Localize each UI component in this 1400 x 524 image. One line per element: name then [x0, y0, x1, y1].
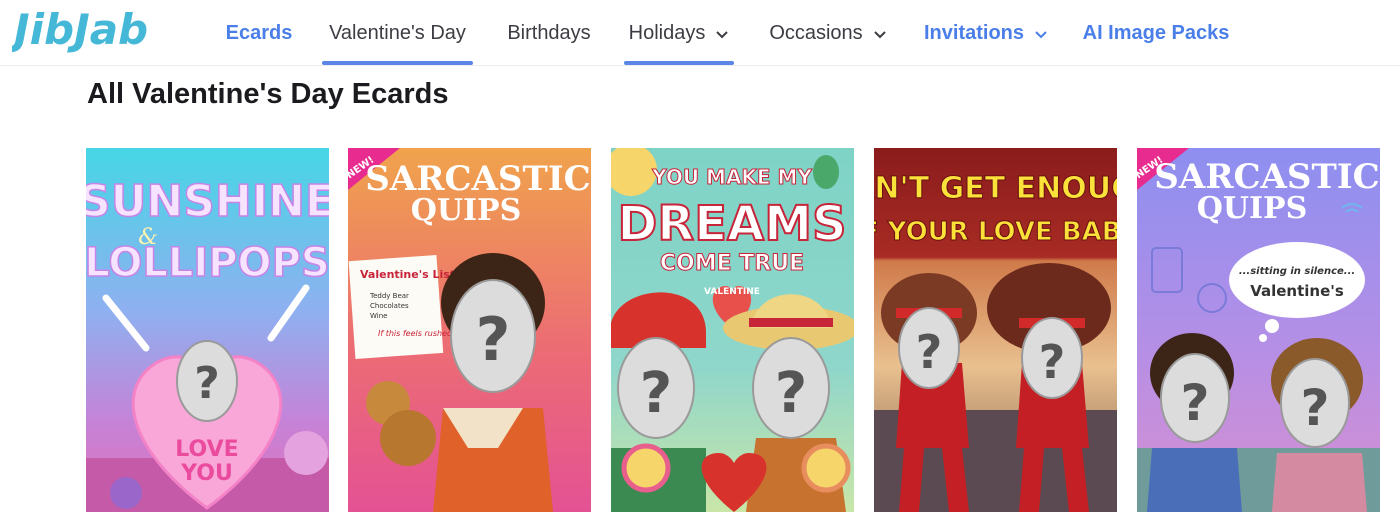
card-title-line1: YOU MAKE MY — [651, 165, 812, 189]
card-art-shape — [380, 410, 436, 466]
ecard-cant-get-enough[interactable]: CAN'T GET ENOUGH OF YOUR LOVE BABE! ? ? — [874, 148, 1117, 512]
card-title-line2: DREAMS — [617, 196, 846, 252]
card-title-line2: QUIPS — [1197, 191, 1308, 226]
note-item: Wine — [370, 312, 387, 320]
nav-birthdays[interactable]: Birthdays — [502, 0, 596, 66]
question-mark-icon: ? — [1180, 374, 1209, 432]
bubble-line2: Valentine's — [1250, 282, 1344, 300]
card-title-line1: CAN'T GET ENOUGH — [874, 171, 1117, 206]
card-title-line2: OF YOUR LOVE BABE! — [874, 217, 1117, 247]
chevron-down-icon — [1035, 31, 1047, 39]
card-art-shape — [1265, 319, 1279, 333]
nav-label: Invitations — [923, 21, 1024, 44]
ecard-sarcastic-quips-silence[interactable]: NEW! SARCASTIC QUIPS ...sitting in silen… — [1137, 148, 1380, 512]
main-nav: Ecards Valentine's Day Birthdays Holiday… — [0, 0, 1400, 66]
ecard-dreams-come-true[interactable]: YOU MAKE MY DREAMS COME TRUE VALENTINE ?… — [611, 148, 854, 512]
nav-valentines-day[interactable]: Valentine's Day — [322, 0, 473, 66]
card-art-shape — [801, 443, 851, 493]
card-art-shape — [813, 155, 839, 189]
chevron-down-icon — [716, 31, 729, 39]
question-mark-icon: ? — [775, 361, 807, 426]
heart-text-line2: YOU — [180, 461, 233, 486]
card-artwork: NEW! SARCASTIC QUIPS Valentine's List Te… — [348, 148, 591, 512]
question-mark-icon: ? — [194, 358, 220, 409]
card-artwork: SUNSHINE & LOLLIPOPS ? LOVE YOU — [86, 148, 329, 512]
question-mark-icon: ? — [476, 305, 511, 375]
nav-label: Occasions — [769, 21, 863, 44]
card-artwork: CAN'T GET ENOUGH OF YOUR LOVE BABE! ? ? — [874, 148, 1117, 512]
card-art-shape — [1147, 448, 1242, 512]
card-art-shape — [110, 477, 142, 509]
card-art-shape — [873, 31, 886, 39]
question-mark-icon: ? — [916, 325, 943, 379]
card-art-shape — [621, 443, 671, 493]
question-mark-icon: ? — [1039, 335, 1066, 389]
question-mark-icon: ? — [640, 361, 672, 426]
card-art-shape — [284, 431, 328, 475]
card-title-line2: QUIPS — [411, 193, 522, 228]
card-title-line3: LOLLIPOPS — [86, 240, 329, 286]
card-tag: VALENTINE — [704, 287, 760, 297]
nav-ecards[interactable]: Ecards — [222, 0, 296, 66]
ecard-sarcastic-quips[interactable]: NEW! SARCASTIC QUIPS Valentine's List Te… — [348, 148, 591, 512]
nav-invitations[interactable]: Invitations — [920, 0, 1052, 66]
nav-ai-image-packs[interactable]: AI Image Packs — [1080, 0, 1232, 66]
card-art-shape — [1035, 31, 1047, 39]
card-art-shape — [1272, 453, 1367, 512]
card-art-shape — [1229, 242, 1365, 318]
top-header: JibJab Ecards Valentine's Day Birthdays … — [0, 0, 1400, 66]
note-item: Teddy Bear — [369, 292, 409, 300]
nav-label: Birthdays — [507, 21, 591, 44]
nav-label: Ecards — [225, 21, 293, 44]
note-title: Valentine's List — [360, 268, 455, 281]
nav-occasions[interactable]: Occasions — [763, 0, 893, 66]
nav-label: Valentine's Day — [329, 21, 466, 44]
question-mark-icon: ? — [1300, 379, 1329, 437]
nav-holidays[interactable]: Holidays — [624, 0, 734, 66]
page-title: All Valentine's Day Ecards — [87, 78, 449, 110]
bubble-line1: ...sitting in silence... — [1239, 266, 1355, 277]
ecard-grid: SUNSHINE & LOLLIPOPS ? LOVE YOU NEW! SAR… — [86, 148, 1386, 512]
card-title-line1: SUNSHINE — [86, 176, 329, 227]
card-art-shape — [716, 31, 729, 39]
note-item: Chocolates — [370, 302, 409, 310]
card-artwork: NEW! SARCASTIC QUIPS ...sitting in silen… — [1137, 148, 1380, 512]
card-art-shape — [1259, 334, 1267, 342]
card-artwork: YOU MAKE MY DREAMS COME TRUE VALENTINE ?… — [611, 148, 854, 512]
heart-text-line1: LOVE — [175, 437, 238, 462]
nav-label: Holidays — [628, 21, 706, 44]
nav-label: AI Image Packs — [1082, 21, 1230, 44]
card-art-shape — [749, 318, 833, 327]
ecard-sunshine-lollipops[interactable]: SUNSHINE & LOLLIPOPS ? LOVE YOU — [86, 148, 329, 512]
chevron-down-icon — [873, 31, 886, 39]
card-title-line3: COME TRUE — [660, 251, 804, 276]
